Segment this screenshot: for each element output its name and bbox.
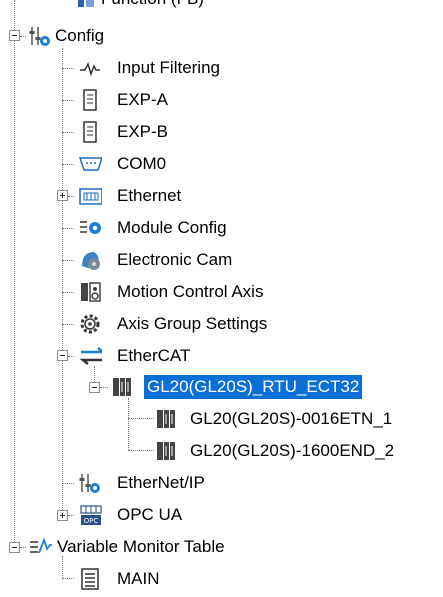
tree-item-label: EXP-B [117,122,169,141]
tree-item-main[interactable]: MAIN [74,564,214,594]
tree-item-exp-a[interactable]: EXP-A [74,85,194,115]
tree-item-module-1[interactable]: GL20(GL20S)-0016ETN_1 [154,404,443,434]
cam-icon [78,248,102,272]
axis-icon [78,280,102,304]
tree-item-label: EtherCAT [117,346,191,365]
tree-item-label: Module Config [117,218,227,237]
ethercat-collapse-toggle[interactable] [57,350,68,361]
tree-line [100,387,108,388]
tree-item-label: GL20(GL20S)_RTU_ECT32 [144,375,363,399]
module-icon [78,88,102,112]
tree-item-label: EtherNet/IP [117,473,205,492]
tree-item-label: OPC UA [117,505,183,524]
tree-line [128,418,154,419]
ethernet-expand-toggle[interactable] [57,190,68,201]
tree-line [62,483,74,484]
tree-item-label: COM0 [117,154,167,173]
tree-item-label: EXP-A [117,90,169,109]
tree-line [128,398,129,450]
network-icon [78,184,102,208]
monitor-icon [28,535,52,559]
tree-item-label: Motion Control Axis [117,282,264,301]
opc-ua-expand-toggle[interactable] [57,510,68,521]
opc-badge: OPC [84,517,99,525]
tree-item-opc-ua[interactable]: OPC OPC UA [74,500,214,530]
tree-item-ethernet[interactable]: Ethernet [74,181,214,211]
config-collapse-toggle[interactable] [9,30,20,41]
tree-line [62,68,74,69]
tree-line [62,48,63,514]
tree-line [62,100,74,101]
opc-icon: OPC [78,503,102,527]
ethercat-icon [78,344,102,368]
tree-line [62,260,74,261]
tree-item-label: Axis Group Settings [117,314,268,333]
monitor-collapse-toggle[interactable] [9,542,20,553]
coupler-icon [110,375,134,399]
gear-icon [78,312,102,336]
tree-item-label: GL20(GL20S)-0016ETN_1 [190,409,393,428]
module-config-icon [78,216,102,240]
tree-line [62,324,74,325]
table-icon [78,567,102,591]
project-tree: Function (FB) Config Input Filtering EXP [0,0,443,597]
tree-item-label: Config [55,26,105,45]
tree-item-ethercat[interactable]: EtherCAT [74,341,234,371]
tree-item-label: Variable Monitor Table [57,537,225,556]
tree-item-label: Electronic Cam [117,250,233,269]
tree-item-com0[interactable]: COM0 [74,149,194,179]
tree-line [62,164,74,165]
config-icon [78,471,102,495]
serial-port-icon [78,152,102,176]
waveform-icon [78,56,102,80]
tree-item-electronic-cam[interactable]: Electronic Cam [74,245,274,275]
tree-item-label: Ethernet [117,186,182,205]
tree-item-module-2[interactable]: GL20(GL20S)-1600END_2 [154,436,443,466]
tree-item-ethernet-ip[interactable]: EtherNet/IP [74,468,254,498]
tree-line [62,578,74,579]
tree-line [62,292,74,293]
coupler-icon [154,407,178,431]
tree-line [14,0,15,546]
tree-item-label: GL20(GL20S)-1600END_2 [190,441,395,460]
module-icon [78,120,102,144]
tree-item-axis-group-settings[interactable]: Axis Group Settings [74,309,314,339]
coupler-icon [154,439,178,463]
tree-item-label: Input Filtering [117,58,220,77]
tree-item-function[interactable]: Function (FB) [60,0,320,14]
tree-line [62,228,74,229]
tree-item-config[interactable]: Config [26,21,226,51]
tree-item-input-filtering[interactable]: Input Filtering [74,53,274,83]
rtu-collapse-toggle[interactable] [89,382,100,393]
tree-item-module-config[interactable]: Module Config [74,213,274,243]
tree-item-label: Function (FB) [98,0,207,11]
tree-item-rtu[interactable]: GL20(GL20S)_RTU_ECT32 [108,372,398,402]
tree-line [128,450,154,451]
config-icon [28,24,52,48]
tree-item-exp-b[interactable]: EXP-B [74,117,194,147]
function-icon [74,0,98,11]
tree-line [62,132,74,133]
tree-item-variable-monitor-table[interactable]: Variable Monitor Table [26,532,326,562]
tree-item-motion-control-axis[interactable]: Motion Control Axis [74,277,314,307]
tree-item-label: MAIN [117,569,160,588]
